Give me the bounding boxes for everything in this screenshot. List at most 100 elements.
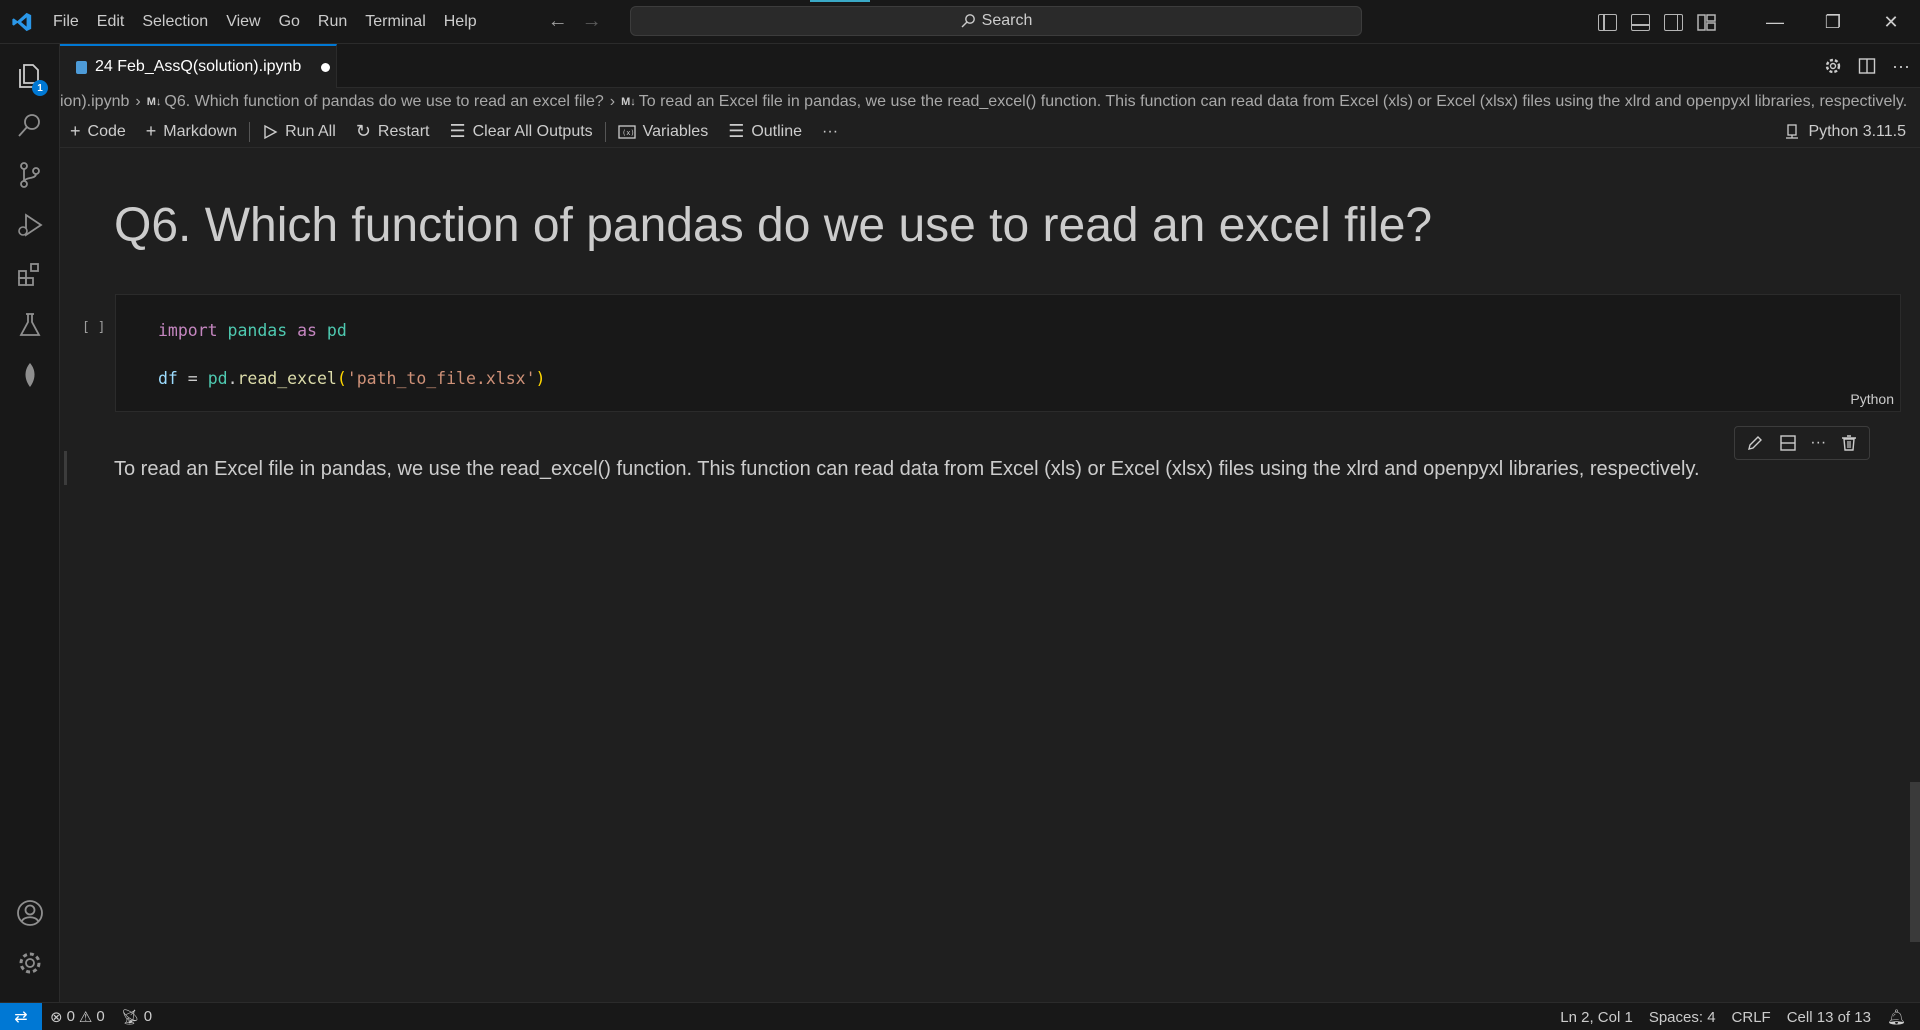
add-code-cell-button[interactable]: + Code <box>60 116 136 148</box>
status-bar-right: Ln 2, Col 1 Spaces: 4 CRLF Cell 13 of 13… <box>1552 1003 1920 1030</box>
tab-notebook[interactable]: 24 Feb_AssQ(solution).ipynb <box>60 44 337 88</box>
menu-bar: File Edit Selection View Go Run Terminal… <box>44 0 486 44</box>
toggle-panel-icon[interactable] <box>1631 13 1650 31</box>
indentation[interactable]: Spaces: 4 <box>1641 1009 1724 1026</box>
back-arrow-icon[interactable]: ← <box>548 10 568 33</box>
accounts-icon[interactable] <box>0 888 60 938</box>
menu-run[interactable]: Run <box>309 0 356 44</box>
notebook-editor: Q6. Which function of pandas do we use t… <box>60 148 1920 1002</box>
restart-label: Restart <box>377 122 430 140</box>
menu-go[interactable]: Go <box>270 0 309 44</box>
search-label: Search <box>981 12 1033 29</box>
remote-indicator-icon[interactable]: ⇄ <box>0 1002 42 1030</box>
line-ending[interactable]: CRLF <box>1724 1009 1779 1026</box>
customize-layout-icon[interactable] <box>1697 13 1716 31</box>
mongodb-leaf-icon[interactable] <box>0 350 60 400</box>
vertical-scrollbar[interactable] <box>1910 782 1920 942</box>
kernel-label: Python 3.11.5 <box>1808 123 1906 140</box>
restart-icon: ↻ <box>355 121 371 141</box>
source-control-icon[interactable] <box>0 150 60 200</box>
breadcrumb-cell-heading[interactable]: Q6. Which function of pandas do we use t… <box>164 93 603 111</box>
explorer-icon[interactable]: 1 <box>0 50 60 100</box>
markdown-heading[interactable]: Q6. Which function of pandas do we use t… <box>114 198 1432 253</box>
vscode-logo-icon <box>0 0 44 44</box>
kernel-picker[interactable]: Python 3.11.5 <box>1784 116 1906 148</box>
code-cell[interactable]: import pandas as pd df = pd.read_excel('… <box>115 294 1901 412</box>
delete-trash-icon[interactable] <box>1839 433 1859 453</box>
menu-file[interactable]: File <box>44 0 88 44</box>
variables-icon: (x) <box>618 124 636 139</box>
run-debug-icon[interactable] <box>0 200 60 250</box>
notifications-bell-icon[interactable]: 🔔︎ <box>1879 1008 1920 1026</box>
unsaved-dot-icon[interactable] <box>321 62 331 72</box>
clear-all-outputs-button[interactable]: ☰ Clear All Outputs <box>439 116 602 148</box>
menu-terminal[interactable]: Terminal <box>356 0 434 44</box>
restore-icon[interactable]: ❐ <box>1804 0 1862 44</box>
breadcrumb-file[interactable]: ion).ipynb <box>60 93 129 111</box>
restart-button[interactable]: ↻ Restart <box>346 116 440 148</box>
outline-button[interactable]: ☰ Outline <box>718 116 812 148</box>
chevron-right-icon: › <box>609 93 616 110</box>
warning-icon: ⚠ <box>78 1008 93 1026</box>
plus-icon: + <box>145 121 157 141</box>
more-actions-icon[interactable]: ··· <box>1892 56 1910 77</box>
add-markdown-cell-button[interactable]: + Markdown <box>136 116 247 148</box>
close-icon[interactable]: ✕ <box>1862 0 1920 44</box>
problems-indicator[interactable]: ⊗ 0 ⚠ 0 <box>42 1008 113 1026</box>
antenna-icon: 📡︎ <box>120 1008 140 1026</box>
cell-more-icon[interactable]: ··· <box>1810 434 1826 452</box>
toolbar-divider <box>249 121 251 142</box>
edit-pencil-icon[interactable] <box>1745 433 1765 453</box>
toggle-secondary-sidebar-icon[interactable] <box>1664 13 1683 31</box>
menu-view[interactable]: View <box>217 0 269 44</box>
editor-actions: ··· <box>1824 44 1910 88</box>
split-cell-icon[interactable] <box>1778 433 1798 453</box>
plus-icon: + <box>70 121 81 141</box>
notebook-settings-gear-icon[interactable] <box>1824 57 1842 75</box>
testing-flask-icon[interactable] <box>0 300 60 350</box>
code-line-2: df = pd.read_excel('path_to_file.xlsx') <box>158 369 546 388</box>
code-editor[interactable]: import pandas as pd df = pd.read_excel('… <box>158 307 545 403</box>
menu-edit[interactable]: Edit <box>88 0 134 44</box>
activity-bar: 1 <box>0 44 60 1002</box>
menu-selection[interactable]: Selection <box>133 0 217 44</box>
cell-indicator[interactable]: Cell 13 of 13 <box>1779 1009 1879 1026</box>
ports-indicator[interactable]: 📡︎ 0 <box>113 1008 160 1026</box>
title-bar: File Edit Selection View Go Run Terminal… <box>0 0 1920 44</box>
run-all-button[interactable]: Run All <box>252 116 346 148</box>
explorer-badge: 1 <box>32 80 48 96</box>
breadcrumb-cell-text[interactable]: To read an Excel file in pandas, we use … <box>639 93 1907 111</box>
markdown-cell-icon: M↓ <box>146 96 162 108</box>
clear-all-outputs-label: Clear All Outputs <box>472 122 593 140</box>
execution-count: [ ] <box>82 320 106 335</box>
clear-all-icon: ☰ <box>449 121 466 141</box>
variables-button[interactable]: (x) Variables <box>608 116 719 148</box>
search-icon <box>961 14 975 28</box>
toggle-primary-sidebar-icon[interactable] <box>1598 13 1617 31</box>
split-editor-icon[interactable] <box>1858 57 1876 75</box>
error-count: 0 <box>66 1008 75 1025</box>
manage-gear-icon[interactable] <box>0 938 60 988</box>
toolbar-more-button[interactable]: ··· <box>812 116 848 148</box>
ports-count: 0 <box>143 1008 153 1025</box>
cursor-position[interactable]: Ln 2, Col 1 <box>1552 1009 1641 1026</box>
extensions-icon[interactable] <box>0 250 60 300</box>
markdown-paragraph[interactable]: To read an Excel file in pandas, we use … <box>114 458 1700 481</box>
forward-arrow-icon[interactable]: → <box>582 10 602 33</box>
cell-language-label[interactable]: Python <box>1850 391 1894 407</box>
notebook-toolbar: + Code + Markdown Run All ↻ Restart ☰ Cl… <box>60 116 1920 148</box>
notebook-file-icon <box>76 60 87 74</box>
run-all-label: Run All <box>285 122 336 140</box>
outline-label: Outline <box>751 122 803 140</box>
toolbar-divider <box>604 121 606 142</box>
warning-count: 0 <box>96 1008 105 1025</box>
run-all-icon <box>264 124 278 139</box>
code-line-1: import pandas as pd <box>158 321 347 340</box>
minimize-icon[interactable]: — <box>1746 0 1804 44</box>
variables-label: Variables <box>642 122 709 140</box>
search-view-icon[interactable] <box>0 100 60 150</box>
editor-tabs: 24 Feb_AssQ(solution).ipynb ··· <box>60 44 1920 88</box>
command-center-search[interactable]: Search <box>630 6 1362 36</box>
menu-help[interactable]: Help <box>435 0 486 44</box>
add-code-label: Code <box>87 122 126 140</box>
